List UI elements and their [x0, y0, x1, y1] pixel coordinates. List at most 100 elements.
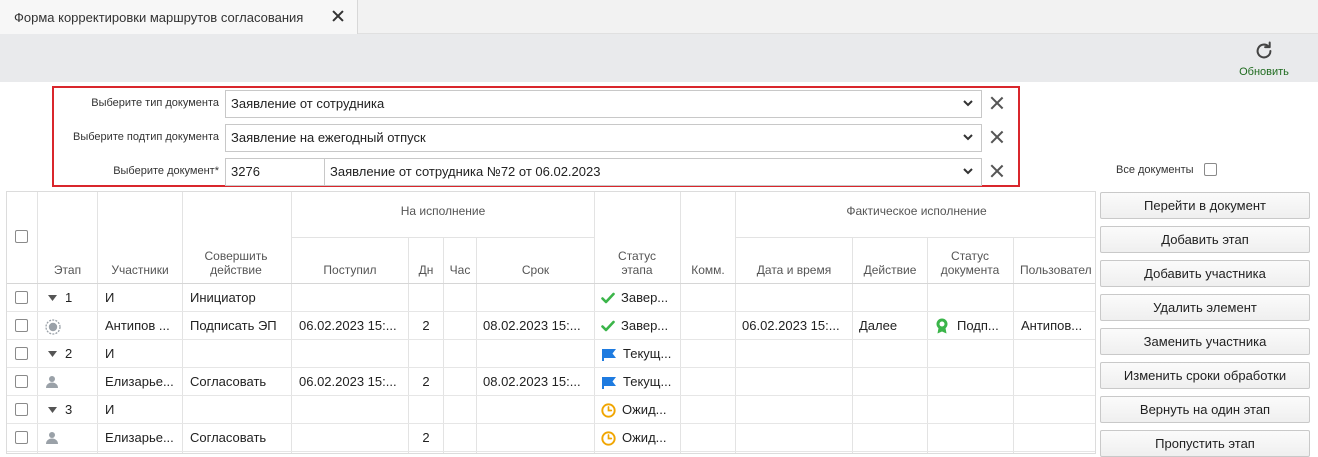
row-checkbox[interactable]: [15, 431, 28, 444]
deadline-cell: 08.02.2023 15:...: [483, 374, 581, 389]
table-row[interactable]: Антипов ... Подписать ЭП 06.02.2023 15:...…: [7, 312, 1095, 340]
deadline-cell: [483, 284, 593, 312]
header-datetime[interactable]: Дата и время: [736, 263, 852, 277]
user-cell: [1021, 284, 1095, 312]
add-stage-button[interactable]: Добавить этап: [1100, 226, 1310, 253]
action-cell: Инициатор: [190, 290, 256, 305]
datetime-cell: [742, 340, 852, 368]
header-hours[interactable]: Час: [444, 263, 476, 277]
clear-doc-subtype-icon[interactable]: [990, 130, 1004, 144]
actual-action-cell: Далее: [859, 318, 898, 333]
days-cell: [409, 340, 443, 368]
stage-status-text: Текущ...: [623, 346, 672, 361]
received-cell: [299, 424, 409, 452]
stage-status-cell: Текущ...: [601, 340, 679, 368]
document-row: Выберите документ* 3276 Заявление от сот…: [54, 158, 1018, 186]
actual-action-cell: [859, 424, 925, 452]
days-cell: [409, 396, 443, 424]
header-days[interactable]: Дн: [409, 263, 443, 277]
document-filter-panel: Выберите тип документа Заявление от сотр…: [52, 86, 1020, 187]
header-action[interactable]: Совершить действие: [193, 249, 279, 277]
tab-title: Форма корректировки маршрутов согласован…: [14, 9, 304, 25]
expand-arrow-icon[interactable]: [48, 407, 57, 414]
stage-status-text: Ожид...: [622, 402, 667, 417]
select-all-checkbox[interactable]: [15, 230, 28, 243]
row-checkbox[interactable]: [15, 347, 28, 360]
action-cell: [190, 396, 290, 424]
user-icon: [45, 431, 59, 450]
days-cell: 2: [422, 374, 430, 389]
stage-status-text: Завер...: [621, 290, 669, 305]
return-one-stage-button[interactable]: Вернуть на один этап: [1100, 396, 1310, 423]
user-icon: [45, 375, 59, 394]
header-received[interactable]: Поступил: [292, 263, 408, 277]
document-select[interactable]: Заявление от сотрудника №72 от 06.02.202…: [324, 158, 982, 186]
document-value: Заявление от сотрудника №72 от 06.02.202…: [330, 164, 601, 179]
doc-type-value: Заявление от сотрудника: [231, 96, 385, 111]
table-row[interactable]: Елизарье... Согласовать 06.02.2023 15:... 2…: [7, 368, 1095, 396]
stage-status-text: Ожид...: [622, 430, 667, 445]
tab-route-correction[interactable]: Форма корректировки маршрутов согласован…: [0, 0, 358, 34]
check-icon: [601, 320, 618, 332]
go-to-document-button[interactable]: Перейти в документ: [1100, 192, 1310, 219]
doc-subtype-select[interactable]: Заявление на ежегодный отпуск: [225, 124, 982, 152]
days-cell: 2: [422, 430, 430, 445]
doc-status-text: Подп...: [957, 318, 999, 333]
stage-status-text: Завер...: [621, 318, 669, 333]
header-stage-status[interactable]: Статус этапа: [607, 249, 667, 277]
expand-arrow-icon[interactable]: [48, 295, 57, 302]
document-label: Выберите документ*: [113, 165, 219, 177]
close-icon[interactable]: [331, 9, 345, 23]
row-checkbox[interactable]: [15, 375, 28, 388]
stage-status-cell: Завер...: [601, 312, 679, 340]
chevron-down-icon: [963, 168, 973, 175]
stage-status-cell: Ожид...: [601, 396, 679, 424]
add-participant-button[interactable]: Добавить участника: [1100, 260, 1310, 287]
table-row[interactable]: Елизарье... Согласовать 2 Ожид...: [7, 424, 1095, 452]
seal-icon: [45, 319, 61, 340]
doc-subtype-row: Выберите подтип документа Заявление на е…: [54, 124, 1018, 152]
received-cell: [299, 396, 409, 424]
deadline-cell: [483, 396, 593, 424]
table-row[interactable]: 2 И Текущ...: [7, 340, 1095, 368]
header-actual-action[interactable]: Действие: [853, 263, 927, 277]
clear-document-icon[interactable]: [990, 164, 1004, 178]
header-deadline[interactable]: Срок: [477, 263, 594, 277]
all-docs-label: Все документы: [1116, 163, 1194, 176]
header-doc-status[interactable]: Статус документа: [933, 249, 1007, 277]
table-row[interactable]: 1 И Инициатор Завер...: [7, 284, 1095, 312]
header-user[interactable]: Пользовател: [1014, 263, 1095, 277]
change-deadlines-button[interactable]: Изменить сроки обработки: [1100, 362, 1310, 389]
replace-participant-button[interactable]: Заменить участника: [1100, 328, 1310, 355]
refresh-button[interactable]: Обновить: [1234, 38, 1294, 78]
stage-status-text: Текущ...: [623, 374, 672, 389]
user-cell: [1021, 424, 1095, 452]
skip-stage-button[interactable]: Пропустить этап: [1100, 430, 1310, 457]
header-participants[interactable]: Участники: [98, 263, 182, 277]
document-number-field[interactable]: 3276: [225, 158, 325, 186]
expand-arrow-icon[interactable]: [48, 351, 57, 358]
all-docs-checkbox[interactable]: [1203, 163, 1217, 176]
clear-doc-type-icon[interactable]: [990, 96, 1004, 110]
header-comment[interactable]: Комм.: [681, 263, 735, 277]
table-row[interactable]: 3 И Ожид...: [7, 396, 1095, 424]
doc-type-select[interactable]: Заявление от сотрудника: [225, 90, 982, 118]
action-cell: Согласовать: [190, 374, 267, 389]
clock-icon: [601, 430, 619, 446]
action-cell: [190, 340, 290, 368]
days-cell: 2: [422, 318, 430, 333]
deadline-cell: 08.02.2023 15:...: [483, 318, 581, 333]
row-checkbox[interactable]: [15, 291, 28, 304]
participant-cell: И: [105, 402, 115, 417]
actual-action-cell: [859, 284, 925, 312]
chevron-down-icon: [963, 134, 973, 141]
deadline-cell: [483, 340, 593, 368]
participant-cell: Елизарье...: [105, 374, 174, 389]
header-stage[interactable]: Этап: [38, 263, 97, 277]
delete-element-button[interactable]: Удалить элемент: [1100, 294, 1310, 321]
user-cell: [1021, 396, 1095, 424]
row-checkbox[interactable]: [15, 403, 28, 416]
stage-status-cell: Текущ...: [601, 368, 679, 396]
all-docs-toggle: Все документы: [1116, 163, 1217, 176]
row-checkbox[interactable]: [15, 319, 28, 332]
